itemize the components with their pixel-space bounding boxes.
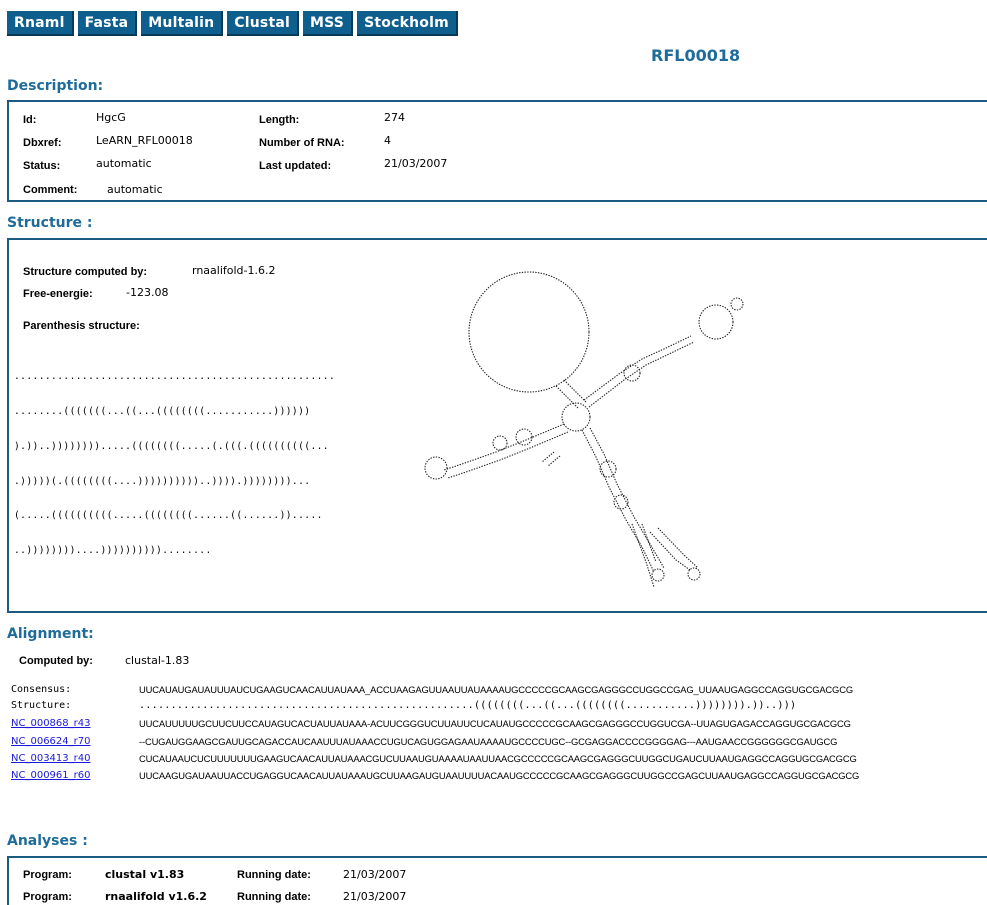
running-date-value: 21/03/2007 [343,868,407,881]
structure-heading: Structure : [7,215,93,231]
alignment-sequence: UUCAAGUGAUAAUUACCUGAGGUCAACAUUAUAAAUGCUU… [139,770,860,781]
hairpin-loop [424,456,448,480]
hairpin-loop [698,304,734,340]
parenthesis-line: ).))..)))))))).....((((((((.....(.(((.((… [14,440,329,452]
alignment-row-label: Structure: [11,700,72,711]
last-updated-label: Last updated: [259,160,332,172]
id-label: Id: [23,114,37,126]
tab-stockholm[interactable]: Stockholm [357,11,458,36]
alignment-sequence: ........................................… [139,700,797,711]
description-heading: Description: [7,78,104,94]
description-box: Id: HgcG Dbxref: LeARN_RFL00018 Status: … [7,100,987,202]
rna-structure-diagram [424,271,744,588]
length-label: Length: [259,114,300,126]
tab-multalin[interactable]: Multalin [141,11,224,36]
alignment-row-label: Consensus: [11,684,72,695]
program-value: clustal v1.83 [105,868,185,881]
alignment-computed-by-value: clustal-1.83 [125,654,190,667]
last-updated-value: 21/03/2007 [384,157,448,170]
parenthesis-line: .)))))(.((((((((....))))))))))..)))).)))… [14,475,311,487]
stem [649,527,699,571]
structure-computed-by-label: Structure computed by: [23,266,148,278]
status-value: automatic [96,157,152,170]
parenthesis-line: (.....((((((((((.....((((((((......((...… [14,510,323,522]
comment-label: Comment: [23,184,78,196]
hairpin-loop [468,271,590,393]
hairpin-loop [651,568,665,582]
internal-loop [492,435,508,451]
parenthesis-line: ........(((((((...((...((((((((.........… [14,405,311,417]
parenthesis-line: ..))))))))....))))))))))........ [14,545,212,557]
alignment-sequence: UUCAUAUGAUAUUUAUCUGAAGUCAACAUUAUAAA_ACCU… [139,684,853,695]
id-value: HgcG [96,111,126,124]
num-rna-value: 4 [384,134,391,147]
alignment-computed-by-label: Computed by: [19,655,93,667]
page-title: RFL00018 [651,46,741,65]
dbxref-value: LeARN_RFL00018 [96,134,193,147]
analyses-heading: Analyses : [7,833,88,849]
program-label: Program: [23,869,72,881]
status-label: Status: [23,160,61,172]
format-tab-bar: Rnaml Fasta Multalin Clustal MSS Stockho… [7,11,458,36]
sequence-link[interactable]: NC_000868_r43 [11,717,90,731]
comment-value: automatic [107,183,163,196]
internal-loop [599,460,617,478]
tab-clustal[interactable]: Clustal [227,11,299,36]
multi-loop [561,402,591,432]
free-energy-value: -123.08 [126,286,169,299]
tab-rnaml[interactable]: Rnaml [7,11,74,36]
sequence-link[interactable]: NC_000961_r60 [11,769,90,783]
stem [631,523,657,588]
length-value: 274 [384,111,405,124]
num-rna-label: Number of RNA: [259,137,345,149]
alignment-sequence: CUCAUAAUCUCUUUUUUUGAAGUCAACAUUAUAAACGUCU… [139,753,857,764]
sequence-link[interactable]: NC_006624_r70 [11,735,90,749]
parenthesis-label: Parenthesis structure: [23,320,140,332]
dbxref-label: Dbxref: [23,137,62,149]
analyses-box: Program: clustal v1.83 Running date: 21/… [7,856,987,905]
structure-box: Structure computed by: rnaalifold-1.6.2 … [7,238,987,613]
sequence-link[interactable]: NC_003413_r40 [11,752,90,766]
structure-computed-by-value: rnaalifold-1.6.2 [192,264,276,277]
stem [541,451,561,467]
running-date-value: 21/03/2007 [343,890,407,903]
tab-mss[interactable]: MSS [303,11,354,36]
parenthesis-structure: ........................................… [14,348,335,580]
running-date-label: Running date: [237,891,311,903]
stem [443,423,569,479]
hairpin-loop [730,297,744,311]
running-date-label: Running date: [237,869,311,881]
program-label: Program: [23,891,72,903]
alignment-sequence: UUCAUUUUUGCUUCUUCCAUAGUCACUAUUAUAAA-ACUU… [139,718,851,729]
parenthesis-line: ........................................… [14,371,336,383]
alignment-sequence: --CUGAUGGAAGCGAUUGCAGACCAUCAAUUUAUAAACCU… [139,736,838,747]
program-value: rnaalifold v1.6.2 [105,890,207,903]
free-energy-label: Free-energie: [23,288,93,300]
alignment-heading: Alignment: [7,626,94,642]
tab-fasta[interactable]: Fasta [77,11,138,36]
stem [583,335,695,408]
